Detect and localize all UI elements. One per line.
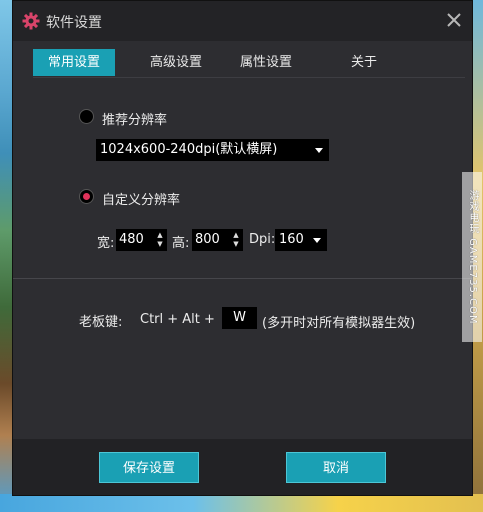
recommended-resolution-radio[interactable]	[79, 109, 94, 124]
dpi-value: 160	[279, 232, 304, 247]
watermark: 游戏电玩 GAME735.COM	[462, 172, 482, 342]
boss-key-note: (多开时对所有模拟器生效)	[262, 316, 416, 331]
recommended-resolution-select[interactable]: 1024x600-240dpi(默认横屏)	[96, 139, 329, 161]
boss-key-combo: Ctrl + Alt +	[140, 312, 215, 327]
dpi-label: Dpi:	[249, 232, 276, 247]
section-divider	[13, 278, 472, 279]
save-button[interactable]: 保存设置	[99, 452, 199, 483]
boss-key-input[interactable]: W	[222, 307, 257, 329]
gear-icon	[22, 12, 40, 30]
custom-resolution-label: 自定义分辨率	[102, 193, 181, 208]
title-bar[interactable]: 软件设置	[13, 1, 472, 41]
width-spinner[interactable]: ▲ ▼	[156, 231, 164, 249]
settings-dialog: 软件设置 常用设置 高级设置 属性设置 关于 推荐分辨率 1024x600-24…	[12, 0, 473, 496]
height-input[interactable]: 800 ▲ ▼	[192, 229, 243, 251]
close-button[interactable]	[443, 9, 465, 31]
chevron-down-icon	[313, 238, 321, 243]
close-icon	[447, 13, 461, 27]
recommended-resolution-value: 1024x600-240dpi(默认横屏)	[100, 142, 278, 157]
width-label: 宽:	[97, 236, 115, 251]
width-value: 480	[119, 232, 144, 247]
recommended-resolution-label: 推荐分辨率	[102, 113, 168, 128]
background-artwork-bottom	[0, 494, 483, 512]
tab-properties[interactable]: 属性设置	[225, 49, 307, 76]
boss-key-label: 老板键:	[79, 315, 123, 330]
chevron-down-icon	[315, 148, 323, 153]
tab-about[interactable]: 关于	[323, 49, 405, 76]
height-spinner[interactable]: ▲ ▼	[232, 231, 240, 249]
custom-resolution-radio[interactable]	[79, 189, 94, 204]
dpi-select[interactable]: 160	[275, 229, 327, 251]
tab-general[interactable]: 常用设置	[33, 49, 115, 76]
height-value: 800	[195, 232, 220, 247]
window-title: 软件设置	[46, 15, 102, 31]
tab-bar: 常用设置 高级设置 属性设置 关于	[33, 49, 465, 78]
height-label: 高:	[172, 236, 190, 251]
tab-advanced[interactable]: 高级设置	[135, 49, 217, 76]
dialog-footer: 保存设置 取消	[13, 439, 472, 495]
width-input[interactable]: 480 ▲ ▼	[116, 229, 167, 251]
cancel-button[interactable]: 取消	[286, 452, 386, 483]
